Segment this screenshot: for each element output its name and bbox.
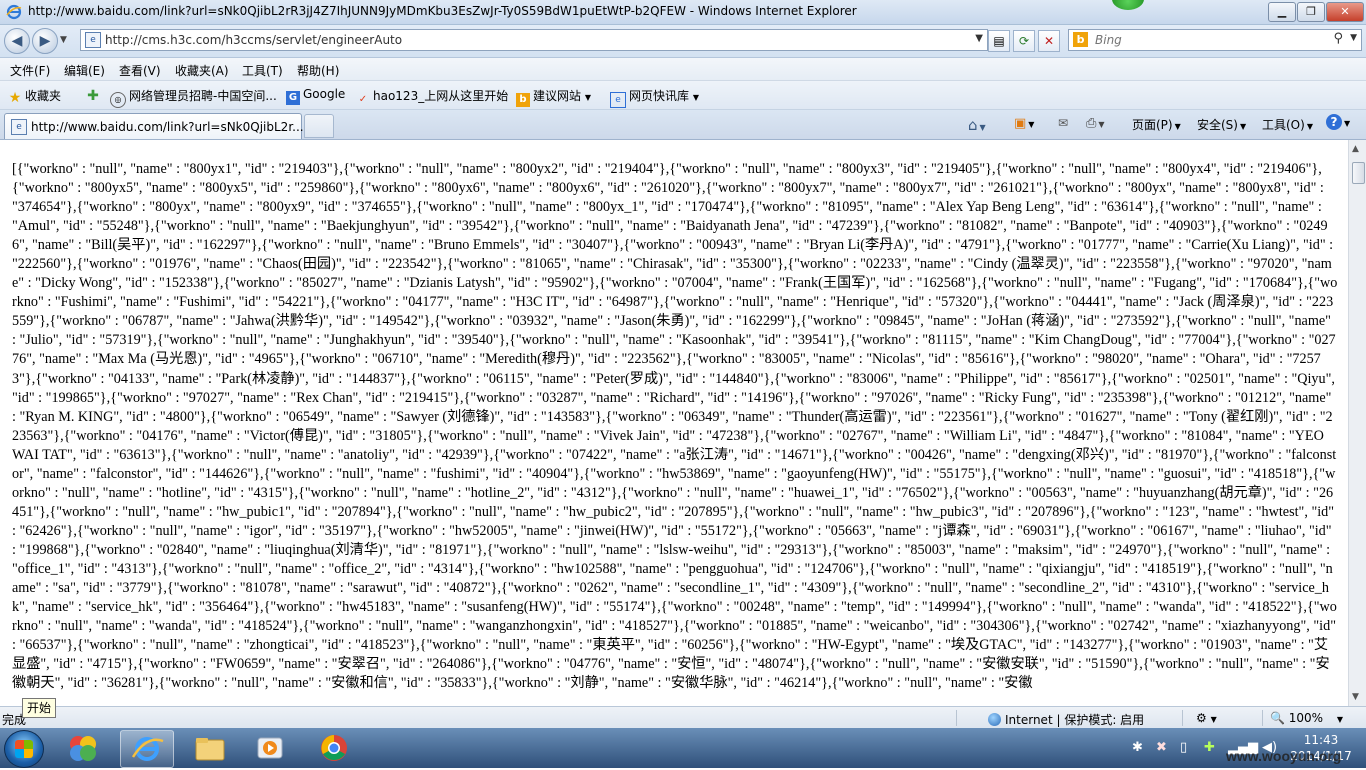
menu-bar: 文件(F) 编辑(E) 查看(V) 收藏夹(A) 工具(T) 帮助(H) (0, 58, 1366, 81)
page-favicon-icon: e (85, 32, 101, 48)
globe-icon: ◎ (110, 92, 126, 108)
restore-button[interactable]: ❐ (1297, 2, 1325, 22)
chevron-down-icon: ▼ (1239, 122, 1247, 131)
status-bar: 完成 Internet | 保护模式: 启用 ⚙ ▼ 🔍 100% ▼ (0, 706, 1366, 729)
stop-icon[interactable]: ✕ (1038, 30, 1060, 52)
zoom-icon: 🔍 (1270, 711, 1285, 725)
search-field[interactable]: b ⚲ ▼ (1068, 29, 1362, 51)
tab-label: http://www.baidu.com/link?url=sNk0QjibL2… (31, 120, 304, 134)
chevron-down-icon: ▼ (1174, 122, 1181, 131)
tab-bar: e http://www.baidu.com/link?url=sNk0Qjib… (0, 110, 1366, 140)
bing-logo-icon: b (1073, 32, 1088, 47)
title-bar: http://www.baidu.com/link?url=sNk0QjibL2… (0, 0, 1366, 25)
favorites-bar: ★ 收藏夹 ✚ ◎ 网络管理员招聘-中国空间... G Google ✓ hao123_… (0, 81, 1366, 110)
history-dropdown-icon[interactable]: ▼ (60, 35, 67, 45)
tooltip: 开始 (22, 698, 57, 718)
minimize-button[interactable]: ▁ (1268, 2, 1296, 22)
hao123-icon: ✓ (358, 94, 368, 105)
fav-item-hao123[interactable]: ✓ hao123_上网从这里开始 (356, 87, 508, 107)
fav-item-netadmin[interactable]: ◎ 网络管理员招聘-中国空间... (110, 87, 277, 108)
add-favorite-icon[interactable]: ✚ (86, 87, 103, 103)
status-icon[interactable]: ⚙ ▼ (1196, 711, 1217, 725)
star-icon: ★ (8, 90, 22, 106)
refresh-icon[interactable]: ⟳ (1013, 30, 1035, 52)
feeds-icon[interactable]: ▣ ▼ (1014, 116, 1034, 131)
help-button[interactable]: ? ▼ (1326, 114, 1350, 130)
network-error-icon[interactable]: ✖ (1156, 740, 1167, 755)
ie-icon (131, 737, 164, 761)
taskbar-app-chrome[interactable] (308, 730, 360, 766)
vertical-scrollbar[interactable]: ▲ ▼ (1348, 140, 1366, 706)
address-dropdown-icon[interactable]: ▼ (975, 33, 983, 44)
menu-tools[interactable]: 工具(T) (242, 62, 283, 79)
chevron-down-icon: ▼ (1336, 715, 1344, 724)
address-field[interactable]: e http://cms.h3c.com/h3ccms/servlet/engi… (80, 29, 988, 51)
taskbar-app-media-player[interactable] (244, 730, 296, 766)
windows-logo-icon (15, 740, 33, 758)
media-player-icon (257, 737, 283, 759)
address-toolbar: ◀ ▶ ▼ e http://cms.h3c.com/h3ccms/servle… (0, 25, 1366, 58)
print-icon[interactable]: ⎙ ▼ (1086, 116, 1105, 131)
web-slice-icon: e (610, 92, 626, 108)
page-menu-button[interactable]: 页面(P) ▼ (1132, 116, 1181, 133)
google-icon: G (286, 91, 300, 105)
paint-icon (70, 736, 96, 761)
globe-icon (988, 713, 1001, 726)
search-dropdown-icon[interactable]: ▼ (1350, 33, 1357, 43)
chrome-icon (321, 735, 347, 761)
chevron-down-icon: ▼ (1306, 122, 1313, 131)
menu-favorites[interactable]: 收藏夹(A) (175, 62, 229, 79)
taskbar-app-ie[interactable] (120, 730, 174, 768)
page-favicon-icon: e (11, 119, 27, 135)
menu-edit[interactable]: 编辑(E) (64, 62, 105, 79)
start-button[interactable] (4, 730, 44, 768)
taskbar-app-paint[interactable] (58, 730, 110, 766)
address-url: http://cms.h3c.com/h3ccms/servlet/engine… (105, 33, 403, 47)
battery-icon[interactable]: ▯ (1180, 740, 1187, 755)
new-tab-button[interactable] (304, 114, 334, 138)
taskbar-app-explorer[interactable] (184, 730, 236, 766)
favorites-button[interactable]: ★ 收藏夹 (8, 87, 61, 105)
folder-icon (195, 738, 225, 761)
search-icon[interactable]: ⚲ (1333, 31, 1343, 46)
chevron-down-icon: ▼ (584, 93, 591, 102)
page-content: [{"workno" : "null", "name" : "800yx1", … (0, 140, 1348, 706)
bluetooth-icon[interactable]: ✱ (1132, 740, 1143, 755)
notification-orb-icon (1112, 0, 1144, 10)
scroll-up-icon[interactable]: ▲ (1352, 144, 1359, 154)
back-button[interactable]: ◀ (4, 28, 30, 54)
help-icon: ? (1326, 114, 1342, 130)
home-icon[interactable]: ⌂ ▼ (968, 116, 986, 134)
window-title: http://www.baidu.com/link?url=sNk0QjibL2… (28, 4, 857, 18)
tools-menu-button[interactable]: 工具(O) ▼ (1262, 116, 1313, 133)
forward-button[interactable]: ▶ (32, 28, 58, 54)
zoom-level[interactable]: 🔍 100% ▼ (1270, 711, 1343, 725)
watermark: www.wooyun.org (1226, 748, 1342, 764)
mail-icon[interactable]: ✉ (1058, 116, 1068, 130)
add-device-icon[interactable]: ✚ (1204, 740, 1215, 755)
fav-item-suggested-sites[interactable]: b 建议网站 ▼ (516, 87, 591, 107)
tab-current[interactable]: e http://www.baidu.com/link?url=sNk0Qjib… (4, 113, 304, 139)
chevron-down-icon: ▼ (692, 93, 699, 102)
menu-view[interactable]: 查看(V) (119, 62, 161, 79)
compatibility-view-icon[interactable]: ▤ (988, 30, 1010, 52)
security-zone[interactable]: Internet | 保护模式: 启用 (988, 711, 1144, 728)
ie-logo-icon (6, 4, 22, 20)
scroll-thumb[interactable] (1352, 162, 1365, 184)
close-button[interactable]: ✕ (1326, 2, 1364, 22)
search-input[interactable] (1093, 30, 1327, 50)
safety-menu-button[interactable]: 安全(S) ▼ (1197, 116, 1246, 133)
taskbar: ✱ ✖ ▯ ✚ ▂▄▆ ◀) 11:43 2014/1/17 (0, 728, 1366, 768)
fav-item-web-slice-gallery[interactable]: e 网页快讯库 ▼ (610, 87, 699, 108)
menu-help[interactable]: 帮助(H) (297, 62, 339, 79)
fav-item-google[interactable]: G Google (286, 87, 345, 105)
scroll-down-icon[interactable]: ▼ (1352, 692, 1359, 702)
json-response-text: [{"workno" : "null", "name" : "800yx1", … (12, 161, 1338, 692)
bing-icon: b (516, 93, 530, 107)
menu-file[interactable]: 文件(F) (10, 62, 50, 79)
clock-time: 11:43 (1303, 733, 1339, 747)
